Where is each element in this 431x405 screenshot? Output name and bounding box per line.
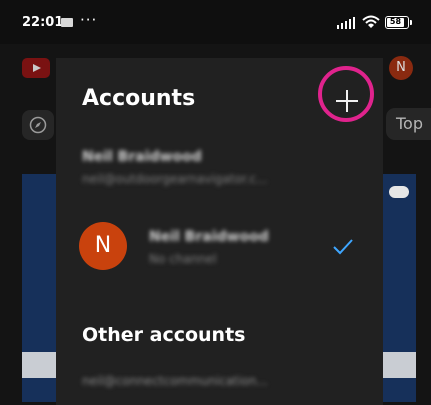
account-name: Neil Braidwood — [82, 149, 202, 165]
status-time: 22:01 — [22, 15, 64, 30]
chip-top: Top — [386, 108, 431, 140]
other-account-row[interactable]: neil@connectcommunication... — [56, 368, 383, 398]
other-accounts-heading: Other accounts — [82, 324, 246, 346]
accounts-dialog: Accounts Neil Braidwood neil@outdoorgear… — [56, 58, 383, 405]
explore-button — [22, 110, 54, 140]
account-row[interactable]: Neil Braidwood neil@outdoorgearnavigator… — [56, 142, 383, 198]
signal-icon — [337, 17, 355, 29]
more-notifications-indicator: ··· — [80, 11, 98, 29]
account-row-selected[interactable]: N Neil Braidwood No channel — [56, 216, 383, 276]
battery-icon: 58 — [385, 16, 412, 29]
dialog-title: Accounts — [82, 86, 196, 111]
account-email: neil@outdoorgearnavigator.c... — [82, 172, 268, 186]
app-notification-icon — [61, 18, 73, 27]
wifi-icon — [362, 15, 380, 28]
add-account-button[interactable] — [330, 84, 364, 118]
account-avatar: N — [389, 56, 413, 80]
account-name: Neil Braidwood — [149, 229, 269, 245]
account-email: neil@connectcommunication... — [82, 374, 268, 388]
checkmark-icon — [333, 239, 353, 255]
video-thumbnail — [383, 174, 416, 402]
video-thumbnail — [22, 174, 56, 402]
status-bar: 22:01 ··· 58 — [0, 0, 431, 44]
battery-level: 58 — [389, 17, 402, 26]
explore-compass-icon — [29, 116, 47, 134]
youtube-logo-icon — [22, 58, 50, 78]
account-channel: No channel — [149, 252, 217, 266]
avatar: N — [79, 222, 127, 270]
